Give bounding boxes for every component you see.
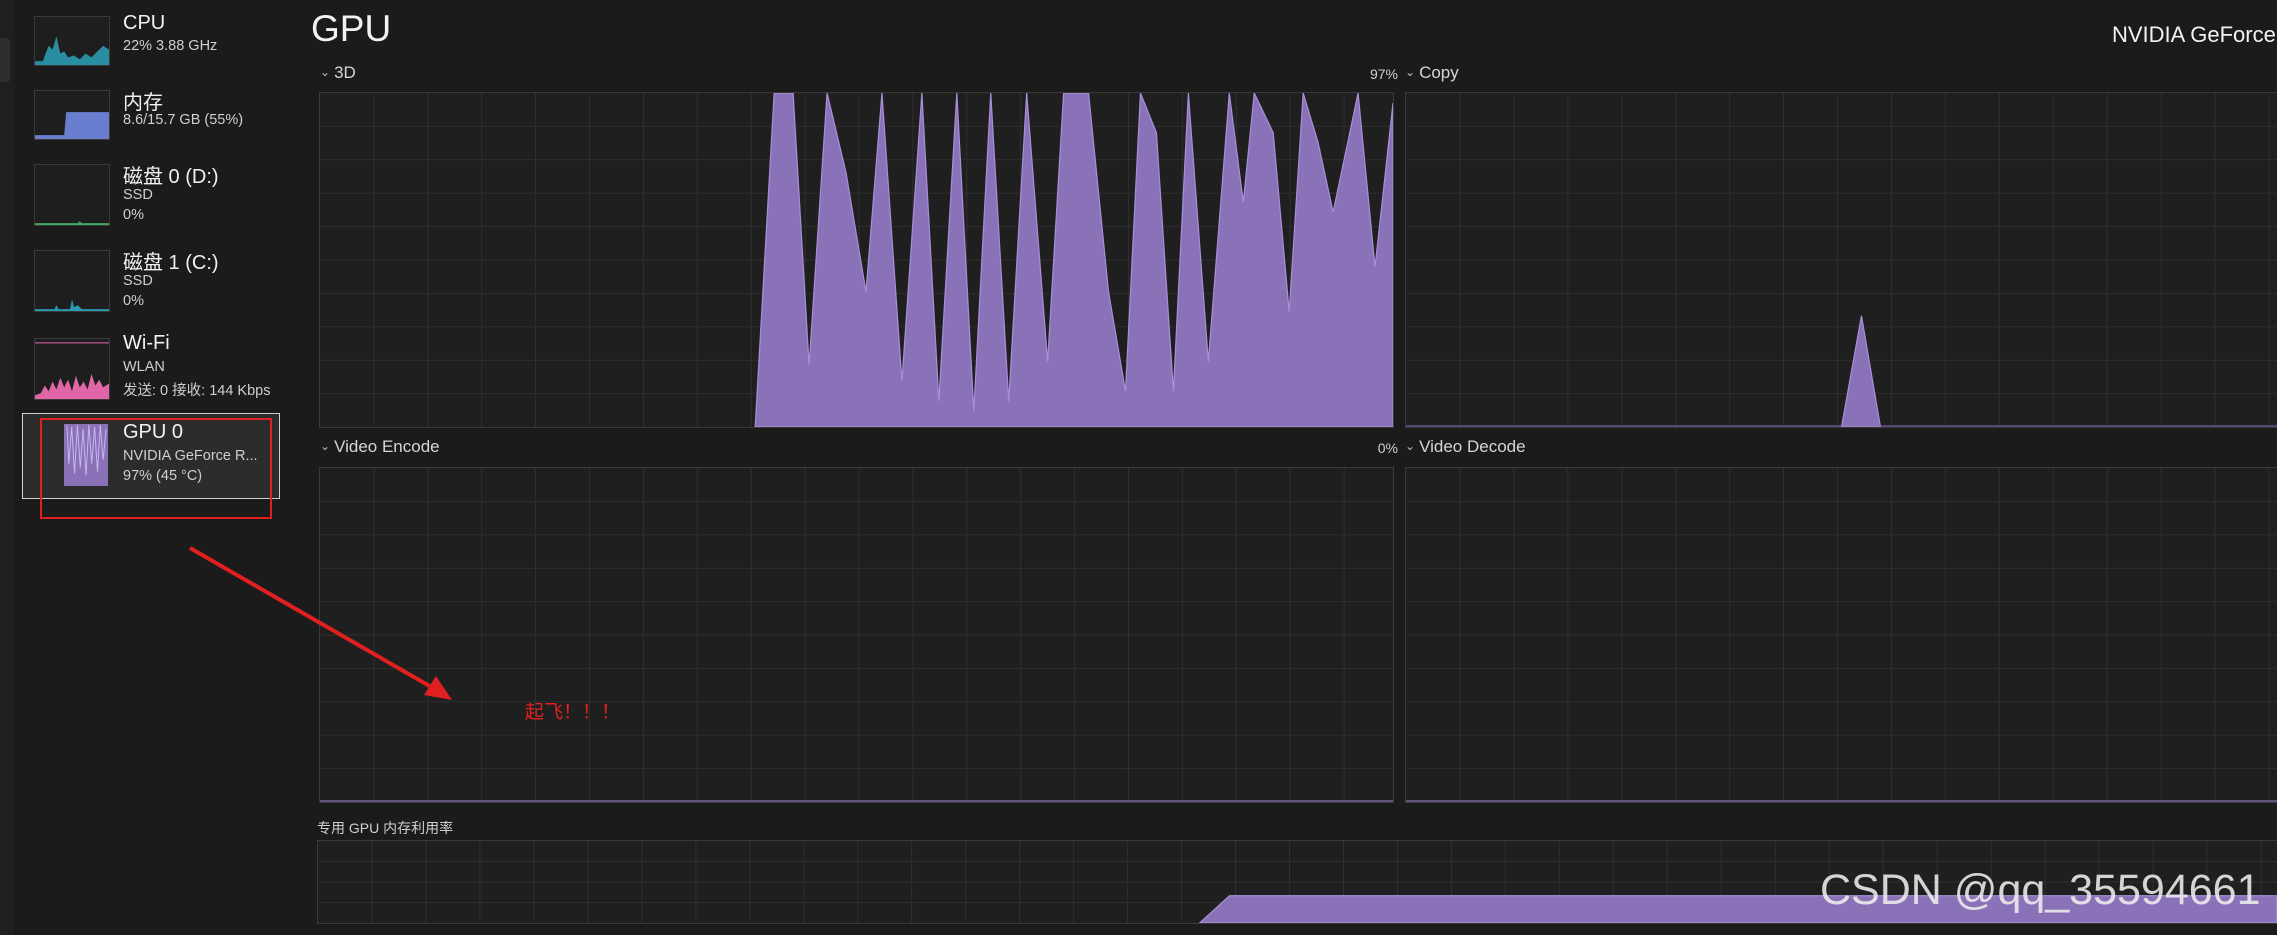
graph-decode-label: Video Decode	[1419, 437, 1526, 456]
memory-thumbnail-graph	[34, 90, 110, 140]
sidebar-item-detail: SSD	[123, 187, 153, 203]
sidebar-item-name: Wi-Fi	[123, 332, 170, 354]
gpu-device-name: NVIDIA GeForce R	[2112, 22, 2277, 47]
chevron-down-icon: ⌄	[320, 439, 331, 453]
sidebar-item-memory[interactable]: 内存 8.6/15.7 GB (55%)	[20, 86, 282, 166]
chevron-down-icon: ⌄	[1405, 439, 1416, 453]
chevron-down-icon: ⌄	[1405, 65, 1416, 79]
graph-3d-label: 3D	[334, 63, 356, 82]
chevron-down-icon: ⌄	[320, 65, 331, 79]
cpu-thumbnail-graph	[34, 16, 110, 66]
wifi-thumbnail-graph	[34, 338, 110, 400]
sidebar-item-disk-0[interactable]: 磁盘 0 (D:) SSD 0%	[20, 160, 282, 240]
nav-rail	[0, 0, 14, 935]
annotation-text: 起飞！！！	[525, 701, 621, 723]
graph-3d	[319, 92, 1394, 428]
graph-copy-selector[interactable]: ⌄ Copy	[1405, 63, 1459, 83]
annotation-highlight-box	[40, 418, 272, 519]
page-title: GPU	[311, 8, 392, 49]
graph-encode-selector[interactable]: ⌄ Video Encode	[320, 437, 440, 457]
sidebar-item-detail: 22% 3.88 GHz	[123, 38, 218, 54]
graph-3d-selector[interactable]: ⌄ 3D	[320, 63, 356, 83]
graph-encode-label: Video Encode	[334, 437, 440, 456]
sidebar-item-detail: 8.6/15.7 GB (55%)	[123, 112, 244, 128]
watermark: CSDN @qq_35594661	[1820, 866, 2261, 914]
sidebar-item-detail-2: 0%	[123, 207, 144, 223]
graph-video-decode	[1405, 467, 2277, 803]
sidebar-item-disk-1[interactable]: 磁盘 1 (C:) SSD 0%	[20, 246, 282, 326]
sidebar-item-name: CPU	[123, 12, 166, 34]
graph-decode-selector[interactable]: ⌄ Video Decode	[1405, 437, 1526, 457]
gpu-memory-label: 专用 GPU 内存利用率	[317, 820, 454, 836]
disk0-thumbnail-graph	[34, 164, 110, 226]
graph-copy-label: Copy	[1419, 63, 1459, 82]
graph-copy	[1405, 92, 2277, 428]
nav-rail-tab[interactable]	[0, 38, 10, 82]
sidebar-item-name: 磁盘 0 (D:)	[123, 166, 219, 188]
sidebar-item-name: 磁盘 1 (C:)	[123, 252, 219, 274]
sidebar-item-name: 内存	[123, 92, 163, 114]
sidebar-item-detail-2: 0%	[123, 293, 144, 309]
disk1-thumbnail-graph	[34, 250, 110, 312]
graph-video-encode	[319, 467, 1394, 803]
sidebar-item-detail: WLAN	[123, 359, 165, 375]
sidebar-item-detail-2: 发送: 0 接收: 144 Kbps	[123, 383, 271, 399]
graph-encode-value: 0%	[1377, 440, 1398, 456]
task-manager-window: CPU 22% 3.88 GHz 内存 8.6/15.7 GB (55%) 磁盘…	[0, 0, 2277, 935]
graph-3d-value: 97%	[1369, 66, 1398, 82]
sidebar-item-cpu[interactable]: CPU 22% 3.88 GHz	[20, 12, 282, 92]
sidebar-item-wifi[interactable]: Wi-Fi WLAN 发送: 0 接收: 144 Kbps	[20, 332, 282, 412]
sidebar-item-detail: SSD	[123, 273, 153, 289]
